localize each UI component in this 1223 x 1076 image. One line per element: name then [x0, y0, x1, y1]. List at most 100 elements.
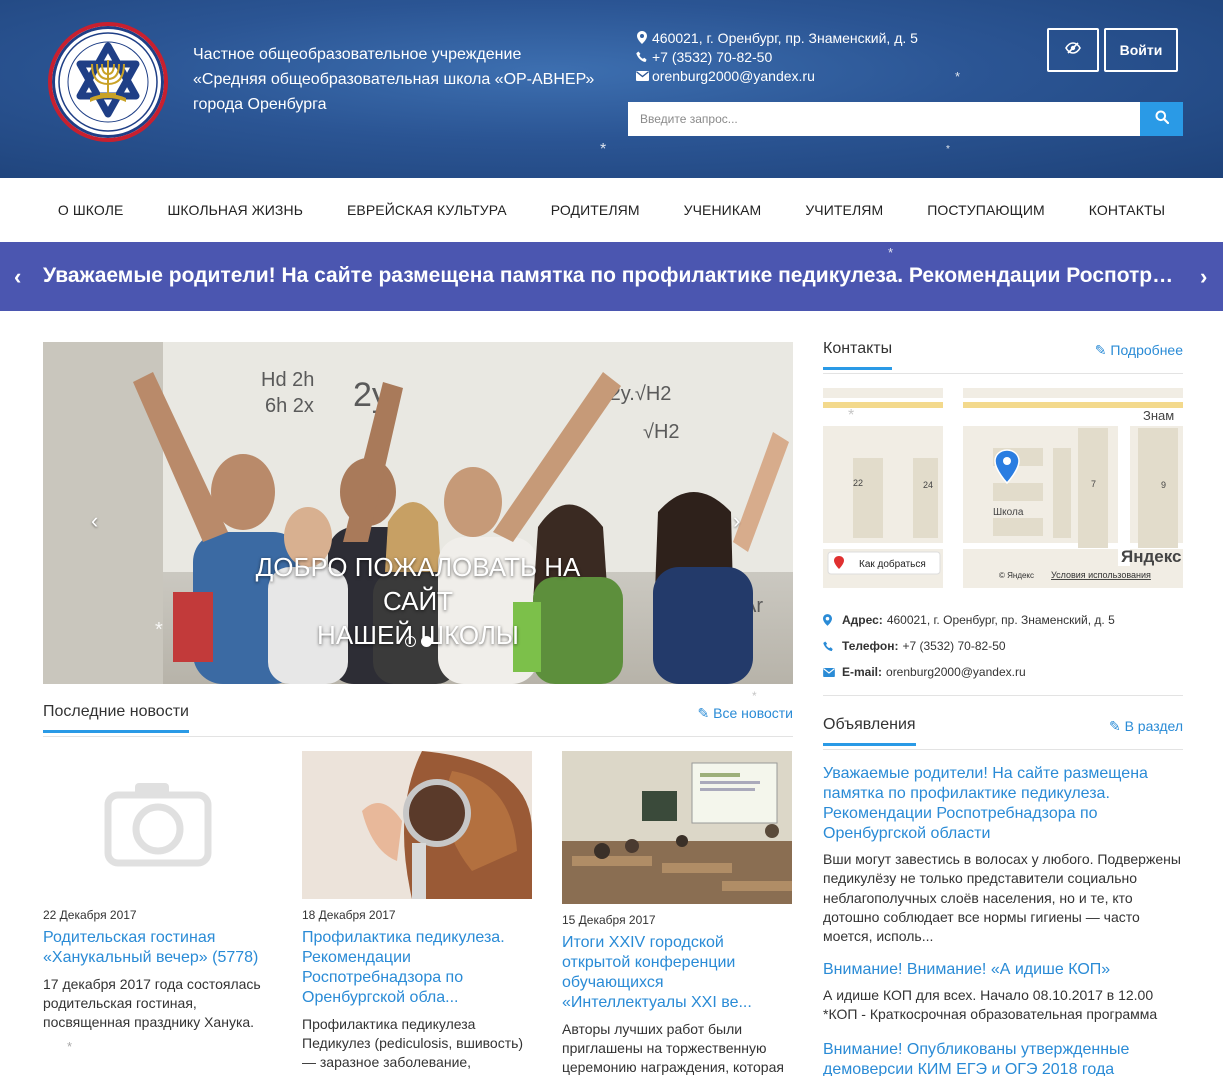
- news-card: 18 Декабря 2017 Профилактика педикулеза.…: [302, 751, 532, 1072]
- ticker-prev-button[interactable]: ‹: [14, 264, 21, 290]
- school-name[interactable]: Частное общеобразовательное учреждение «…: [193, 42, 613, 117]
- board-text: √H2: [643, 421, 680, 443]
- search-bar: [628, 102, 1183, 136]
- contacts-section-header: Контакты ✎ Подробнее: [823, 340, 1183, 374]
- news-card: 22 Декабря 2017 Родительская гостиная «Х…: [43, 751, 273, 1032]
- phone-icon: [823, 640, 842, 652]
- news-section-title: Последние новости: [43, 703, 189, 733]
- snowflake: *: [752, 689, 757, 703]
- snowflake: *: [600, 141, 607, 158]
- news-image[interactable]: [562, 751, 792, 904]
- news-date: 22 Декабря 2017: [43, 908, 137, 922]
- snowflake: *: [946, 144, 950, 155]
- paperclip-icon: ✎: [697, 705, 710, 721]
- map-label: © Яндекс: [999, 571, 1034, 580]
- announcement-item: Внимание! Внимание! «А идише КОП» А идиш…: [823, 960, 1183, 1025]
- map-label: 24: [923, 480, 933, 490]
- eye-slash-icon: [1065, 41, 1081, 59]
- map-label: Яндекс: [1121, 547, 1181, 566]
- school-name-line: «Средняя общеобразовательная школа «ОР-А…: [193, 71, 595, 88]
- nav-item-parents[interactable]: РОДИТЕЛЯМ: [551, 202, 640, 218]
- news-date: 15 Декабря 2017: [562, 913, 656, 927]
- map-terms-link: Условия использования: [1051, 570, 1151, 580]
- board-text: 6h 2x: [265, 395, 314, 417]
- paperclip-icon: ✎: [1108, 718, 1121, 734]
- search-button[interactable]: [1140, 102, 1183, 136]
- slider-dots: [405, 636, 432, 647]
- contacts-section-title: Контакты: [823, 340, 893, 370]
- search-icon: [1155, 110, 1169, 129]
- phone-icon: [632, 51, 652, 63]
- snowflake: *: [155, 619, 163, 641]
- slider-next-button[interactable]: ›: [733, 508, 740, 534]
- main-nav: О ШКОЛЕ ШКОЛЬНАЯ ЖИЗНЬ ЕВРЕЙСКАЯ КУЛЬТУР…: [0, 178, 1223, 242]
- slider-caption-line: ДОБРО ПОЖАЛОВАТЬ НА САЙТ: [255, 552, 581, 616]
- ticker-next-button[interactable]: ›: [1200, 264, 1207, 290]
- news-title[interactable]: Родительская гостиная «Ханукальный вечер…: [43, 928, 273, 968]
- map-label: 9: [1161, 480, 1166, 490]
- map-label: Школа: [993, 507, 1024, 518]
- slider-dot-active[interactable]: [421, 636, 432, 647]
- address-label: Адрес:: [842, 613, 883, 627]
- news-excerpt: Авторы лучших работ были приглашены на т…: [562, 1021, 784, 1075]
- map-label: 22: [853, 478, 863, 488]
- snowflake: *: [848, 407, 855, 424]
- map-route-button: Как добраться: [859, 558, 926, 570]
- map-label: 7: [1091, 479, 1096, 489]
- ticker-text[interactable]: Уважаемые родители! На сайте размещена п…: [43, 264, 1178, 288]
- header-contacts: 460021, г. Оренбург, пр. Знаменский, д. …: [632, 28, 918, 85]
- all-news-label: Все новости: [713, 705, 793, 721]
- header-email[interactable]: orenburg2000@yandex.ru: [652, 68, 815, 84]
- contacts-more-link[interactable]: ✎ Подробнее: [1095, 342, 1183, 359]
- search-input[interactable]: [628, 102, 1140, 136]
- announcement-title[interactable]: Уважаемые родители! На сайте размещена п…: [823, 764, 1183, 844]
- news-image-placeholder[interactable]: [43, 751, 273, 899]
- news-section-header: Последние новости ✎ Все новости: [43, 703, 793, 737]
- school-name-line: Частное общеобразовательное учреждение: [193, 46, 522, 63]
- slider-prev-button[interactable]: ‹: [91, 508, 98, 534]
- announcements-section-title: Объявления: [823, 716, 916, 746]
- news-title[interactable]: Профилактика педикулеза. Рекомендации Ро…: [302, 928, 532, 1008]
- nav-item-about[interactable]: О ШКОЛЕ: [58, 202, 124, 218]
- announcement-title[interactable]: Внимание! Опубликованы утвержденные демо…: [823, 1040, 1183, 1076]
- announcements-more-link[interactable]: ✎ В раздел: [1109, 718, 1183, 735]
- news-excerpt: Профилактика педикулеза Педикулез (pedic…: [302, 1016, 524, 1070]
- nav-item-students[interactable]: УЧЕНИКАМ: [684, 202, 762, 218]
- all-news-link[interactable]: ✎ Все новости: [698, 705, 793, 722]
- divider: [823, 695, 1183, 696]
- announcement-ticker: * ‹ Уважаемые родители! На сайте размеще…: [0, 242, 1223, 311]
- nav-item-teachers[interactable]: УЧИТЕЛЯМ: [805, 202, 883, 218]
- announcements-more-label: В раздел: [1124, 718, 1183, 734]
- paperclip-icon: ✎: [1094, 342, 1107, 358]
- snowflake: *: [955, 69, 961, 84]
- nav-item-applicants[interactable]: ПОСТУПАЮЩИМ: [927, 202, 1045, 218]
- camera-icon: [43, 783, 273, 899]
- news-image[interactable]: [302, 751, 532, 899]
- nav-item-school-life[interactable]: ШКОЛЬНАЯ ЖИЗНЬ: [167, 202, 303, 218]
- email-value[interactable]: orenburg2000@yandex.ru: [886, 665, 1026, 679]
- header-phone[interactable]: +7 (3532) 70-82-50: [652, 49, 772, 65]
- address-value: 460021, г. Оренбург, пр. Знаменский, д. …: [886, 613, 1115, 627]
- phone-label: Телефон:: [842, 639, 899, 653]
- accessibility-button[interactable]: [1047, 28, 1099, 72]
- contacts-more-label: Подробнее: [1110, 342, 1183, 358]
- header-address: 460021, г. Оренбург, пр. Знаменский, д. …: [652, 29, 918, 46]
- contacts-map[interactable]: Знам 22 24 7 9 Школа Как добраться Яндек…: [823, 388, 1183, 588]
- login-button[interactable]: Войти: [1104, 28, 1178, 72]
- slider-dot[interactable]: [405, 636, 416, 647]
- board-text: Hd 2h: [261, 369, 314, 391]
- envelope-icon: [632, 70, 652, 81]
- news-title[interactable]: Итоги XXIV городской открытой конференци…: [562, 933, 792, 1013]
- announcement-item: Внимание! Опубликованы утвержденные демо…: [823, 1040, 1183, 1076]
- announcement-title[interactable]: Внимание! Внимание! «А идише КОП»: [823, 960, 1183, 980]
- contact-info: Адрес: 460021, г. Оренбург, пр. Знаменск…: [823, 607, 1183, 685]
- map-marker-icon: [632, 31, 652, 44]
- phone-value[interactable]: +7 (3532) 70-82-50: [902, 639, 1005, 653]
- school-logo[interactable]: [48, 22, 168, 142]
- nav-item-contacts[interactable]: КОНТАКТЫ: [1089, 202, 1165, 218]
- nav-item-jewish-culture[interactable]: ЕВРЕЙСКАЯ КУЛЬТУРА: [347, 202, 507, 218]
- map-marker-icon: [823, 614, 842, 626]
- news-date: 18 Декабря 2017: [302, 908, 396, 922]
- snowflake: *: [888, 245, 894, 260]
- announcement-item: Уважаемые родители! На сайте размещена п…: [823, 764, 1183, 946]
